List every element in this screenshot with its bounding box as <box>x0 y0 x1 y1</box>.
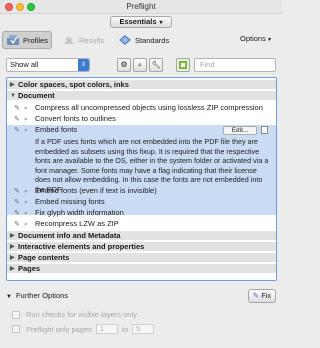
fixup-filter-button[interactable]: 🔧︎ <box>149 58 163 72</box>
page-to-label: to <box>121 324 129 334</box>
wrench-icon: ✎ <box>252 291 260 300</box>
show-filter-value: Show all <box>10 60 39 69</box>
category-label: Document info and Metadata <box>18 231 121 240</box>
standards-icon <box>118 34 132 46</box>
gear-icon: ⚙ <box>120 60 128 69</box>
profiles-icon <box>6 34 20 46</box>
wrench-icon: ✎ <box>14 127 20 134</box>
profile-select-label: Essentials <box>119 17 157 26</box>
wrench-icon: ✎ <box>14 221 20 228</box>
fixup-convert-outlines[interactable]: ✎ ⌕ Convert fonts to outlines <box>7 114 276 124</box>
magnifier-icon: ⌕ <box>24 210 28 217</box>
find-input[interactable]: Find <box>194 58 276 72</box>
category-label: Interactive elements and properties <box>18 242 145 251</box>
fixup-label: Fix glyph width information <box>35 208 124 217</box>
tab-profiles-label: Profiles <box>23 35 49 45</box>
tab-results[interactable]: Results <box>62 31 104 49</box>
run-checks-label: Run checks for visible layers only <box>26 310 137 319</box>
magnifier-icon: ⌕ <box>24 127 28 134</box>
fixup-glyph-width[interactable]: ✎ ⌕ Fix glyph width information <box>7 208 276 218</box>
fixup-label: Embed fonts (even if text is invisible) <box>35 186 157 195</box>
wrench-icon: ✎ <box>14 116 20 123</box>
profile-select[interactable]: Essentials ▾ <box>110 16 172 28</box>
category-pages[interactable]: ▶ Pages <box>7 264 276 274</box>
fixup-label: Convert fonts to outlines <box>35 114 116 123</box>
category-label: Color spaces, spot colors, inks <box>18 80 129 89</box>
fixup-label: Embed missing fonts <box>35 197 105 206</box>
caret-down-icon: ▾ <box>267 37 271 43</box>
fix-button-label: Fix <box>261 291 272 300</box>
library-icon <box>179 61 187 69</box>
fixup-embed-fonts[interactable]: ✎ ⌕ Embed fonts Edit... <box>7 125 276 135</box>
category-label: Pages <box>18 264 41 273</box>
magnifier-icon: ⌕ <box>24 221 28 228</box>
preflight-pages-checkbox[interactable] <box>12 325 20 333</box>
magnifier-icon: ⌕ <box>24 199 28 206</box>
run-checks-checkbox[interactable] <box>12 310 20 319</box>
disclosure-closed-icon: ▶ <box>10 266 15 272</box>
preflight-pages-label: Preflight only pages <box>26 324 92 334</box>
fixup-tree[interactable]: ▶ Color spaces, spot colors, inks ▼ Docu… <box>6 77 277 281</box>
show-filter-select[interactable]: Show all ⇕ <box>6 58 90 72</box>
fixup-label: Recompress LZW as ZIP <box>35 219 119 228</box>
disclosure-closed-icon: ▶ <box>10 255 15 261</box>
fixup-embed-missing-fonts[interactable]: ✎ ⌕ Embed missing fonts <box>7 197 276 207</box>
disclosure-open-icon: ▼ <box>6 294 12 300</box>
tab-standards-label: Standards <box>135 35 170 45</box>
magnifier-icon: ⌕ <box>24 188 28 195</box>
fixup-label: Embed fonts <box>35 125 78 134</box>
wrench-icon: ✎ <box>14 105 20 112</box>
disclosure-closed-icon: ▶ <box>10 233 15 239</box>
category-document-info[interactable]: ▶ Document info and Metadata <box>7 231 276 241</box>
library-button[interactable] <box>176 58 190 72</box>
disclosure-closed-icon: ▶ <box>10 244 15 250</box>
options-menu-button[interactable]: Options ▾ <box>240 34 271 43</box>
category-color-spaces[interactable]: ▶ Color spaces, spot colors, inks <box>7 80 276 90</box>
fix-button[interactable]: ✎ Fix <box>248 289 276 303</box>
options-label: Options <box>240 34 266 43</box>
further-options-label: Further Options <box>15 291 69 300</box>
chevron-updown-icon: ⇕ <box>78 59 89 71</box>
category-label: Document <box>18 91 55 100</box>
flag-icon[interactable] <box>261 126 268 134</box>
disclosure-open-icon: ▼ <box>10 93 16 99</box>
edit-fixup-button[interactable]: Edit... <box>223 126 257 135</box>
run-checks-visible-layers-option[interactable]: Run checks for visible layers only <box>12 310 137 319</box>
results-icon <box>62 34 76 46</box>
fixup-recompress-lzw[interactable]: ✎ ⌕ Recompress LZW as ZIP <box>7 219 276 229</box>
tab-results-label: Results <box>79 35 105 45</box>
category-document[interactable]: ▼ Document <box>7 91 276 101</box>
magnifier-icon: ⌕ <box>24 105 28 112</box>
window-title: Preflight <box>126 2 156 11</box>
further-options-toggle[interactable]: ▼ Further Options <box>6 291 68 300</box>
category-page-contents[interactable]: ▶ Page contents <box>7 253 276 263</box>
wrench-icon: ✎ <box>14 199 20 206</box>
tab-standards[interactable]: Standards <box>118 31 169 49</box>
magnifier-icon: ⌕ <box>24 116 28 123</box>
wrench-icon: ✎ <box>14 188 20 195</box>
page-to-input[interactable]: 5 <box>132 324 155 334</box>
disclosure-closed-icon: ▶ <box>10 82 15 88</box>
category-interactive[interactable]: ▶ Interactive elements and properties <box>7 242 276 252</box>
search-fixups-button[interactable]: ⌕ <box>133 58 147 72</box>
profile-settings-button[interactable]: ⚙ <box>117 58 131 72</box>
fixup-embed-fonts-invisible[interactable]: ✎ ⌕ Embed fonts (even if text is invisibl… <box>7 186 276 196</box>
caret-down-icon: ▾ <box>159 20 163 26</box>
page-from-input[interactable]: 1 <box>95 324 118 334</box>
category-label: Page contents <box>18 253 70 262</box>
preflight-pages-option[interactable]: Preflight only pages 1 to 5 <box>12 324 158 334</box>
tab-profiles[interactable]: Profiles <box>2 31 52 49</box>
fixup-label: Compress all uncompressed objects using … <box>35 103 263 112</box>
wrench-icon: 🔧︎ <box>151 62 161 69</box>
search-icon: ⌕ <box>138 62 142 69</box>
fixup-compress[interactable]: ✎ ⌕ Compress all uncompressed objects usi… <box>7 103 276 113</box>
wrench-icon: ✎ <box>14 210 20 217</box>
